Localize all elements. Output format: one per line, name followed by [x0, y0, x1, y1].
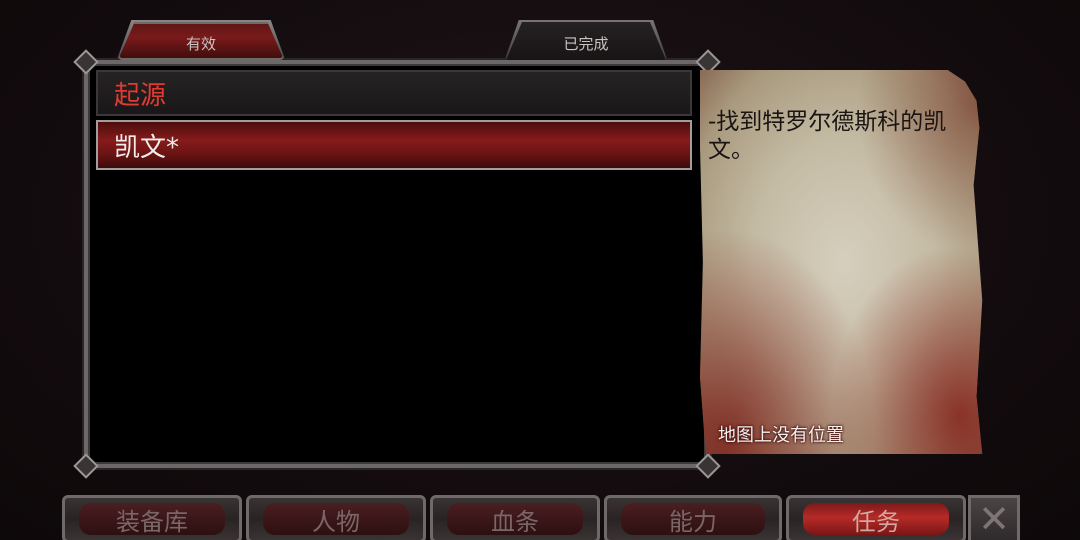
nav-abilities-button[interactable]: 能力	[604, 495, 782, 540]
nav-quests-label: 任务	[852, 507, 900, 536]
frame-corner-ornament	[695, 453, 721, 479]
tab-completed-quests[interactable]: 已完成	[504, 20, 668, 62]
nav-quests-button[interactable]: 任务	[786, 495, 966, 540]
nav-character-label: 人物	[312, 507, 360, 536]
tab-completed-label: 已完成	[563, 34, 609, 53]
frame-corner-ornament	[73, 453, 99, 479]
nav-inventory-button[interactable]: 装备库	[62, 495, 242, 540]
tab-active-quests[interactable]: 有效	[116, 20, 286, 62]
nav-inventory-label: 装备库	[116, 507, 188, 536]
quest-list-item-selected[interactable]: 凯文*	[96, 120, 692, 170]
quest-list-panel: 起源 凯文*	[73, 49, 721, 479]
close-icon: ✕	[978, 497, 1010, 540]
quest-category-header[interactable]: 起源	[96, 70, 692, 116]
nav-health-bar-label: 血条	[491, 507, 539, 536]
quest-journal-screen: 有效 已完成 起源 凯文* -找到特罗尔德斯科的凯文。 地图上没有位置 装备库 …	[0, 0, 1080, 540]
nav-character-button[interactable]: 人物	[246, 495, 426, 540]
map-location-status: 地图上没有位置	[718, 425, 844, 446]
close-button[interactable]: ✕	[968, 495, 1020, 540]
nav-abilities-label: 能力	[669, 507, 717, 536]
quest-category-label: 起源	[114, 80, 167, 111]
quest-item-label: 凯文*	[114, 132, 180, 163]
tab-active-label: 有效	[185, 34, 216, 53]
quest-description: -找到特罗尔德斯科的凯文。	[708, 109, 947, 163]
quest-detail-parchment: -找到特罗尔德斯科的凯文。 地图上没有位置	[700, 70, 983, 454]
nav-health-bar-button[interactable]: 血条	[430, 495, 600, 540]
frame-corner-ornament	[73, 49, 99, 75]
